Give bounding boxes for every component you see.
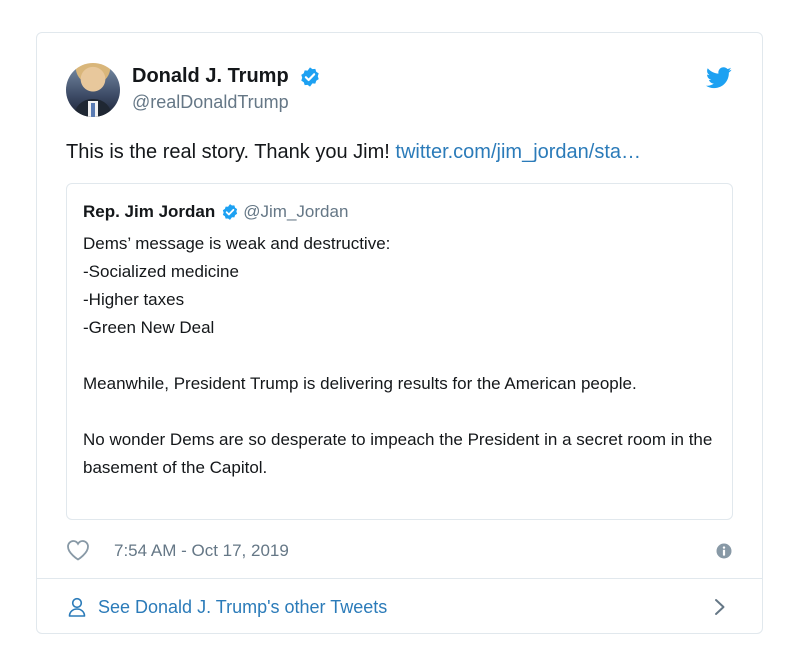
other-tweets-link[interactable]: See Donald J. Trump's other Tweets [68, 593, 726, 623]
chevron-right-icon[interactable] [714, 598, 726, 616]
quoted-line: -Green New Deal [83, 318, 215, 337]
info-icon[interactable] [716, 543, 732, 559]
quoted-author-name: Rep. Jim Jordan [83, 202, 216, 221]
author-block[interactable]: Donald J. Trump @realDonaldTrump [132, 65, 321, 113]
person-icon [68, 597, 86, 617]
tweet-text: This is the real story. Thank you Jim! t… [66, 141, 742, 164]
other-tweets-label[interactable]: See Donald J. Trump's other Tweets [98, 597, 387, 618]
embedded-tweet-card: Donald J. Trump @realDonaldTrump This is… [36, 32, 763, 634]
tweet-timestamp[interactable]: 7:54 AM - Oct 17, 2019 [114, 541, 289, 561]
tweet-link[interactable]: twitter.com/jim_jordan/sta… [395, 141, 641, 163]
tweet-header: Donald J. Trump @realDonaldTrump [66, 63, 732, 117]
quoted-tweet-header: Rep. Jim Jordan @Jim_Jordan [83, 202, 348, 222]
avatar-tie [91, 103, 95, 117]
quoted-paragraph: Meanwhile, President Trump is delivering… [83, 374, 637, 393]
twitter-bird-icon[interactable] [706, 67, 732, 89]
author-handle[interactable]: @realDonaldTrump [132, 92, 321, 113]
tweet-meta: 7:54 AM - Oct 17, 2019 [66, 537, 732, 565]
divider [37, 578, 762, 579]
tweet-body: This is the real story. Thank you Jim! [66, 141, 390, 163]
heart-icon[interactable] [66, 539, 90, 561]
avatar[interactable] [66, 63, 120, 117]
quoted-paragraph: No wonder Dems are so desperate to impea… [83, 430, 713, 477]
author-name[interactable]: Donald J. Trump [132, 65, 289, 88]
verified-badge-icon [223, 204, 238, 220]
quoted-line: -Socialized medicine [83, 262, 239, 281]
quoted-line: -Higher taxes [83, 290, 185, 309]
quoted-tweet-body: Dems’ message is weak and destructive: -… [83, 230, 716, 482]
quoted-line: Dems’ message is weak and destructive: [83, 234, 391, 253]
verified-badge-icon [301, 66, 319, 87]
quoted-author-handle: @Jim_Jordan [243, 202, 349, 221]
quoted-tweet[interactable]: Rep. Jim Jordan @Jim_Jordan Dems’ messag… [66, 183, 733, 520]
